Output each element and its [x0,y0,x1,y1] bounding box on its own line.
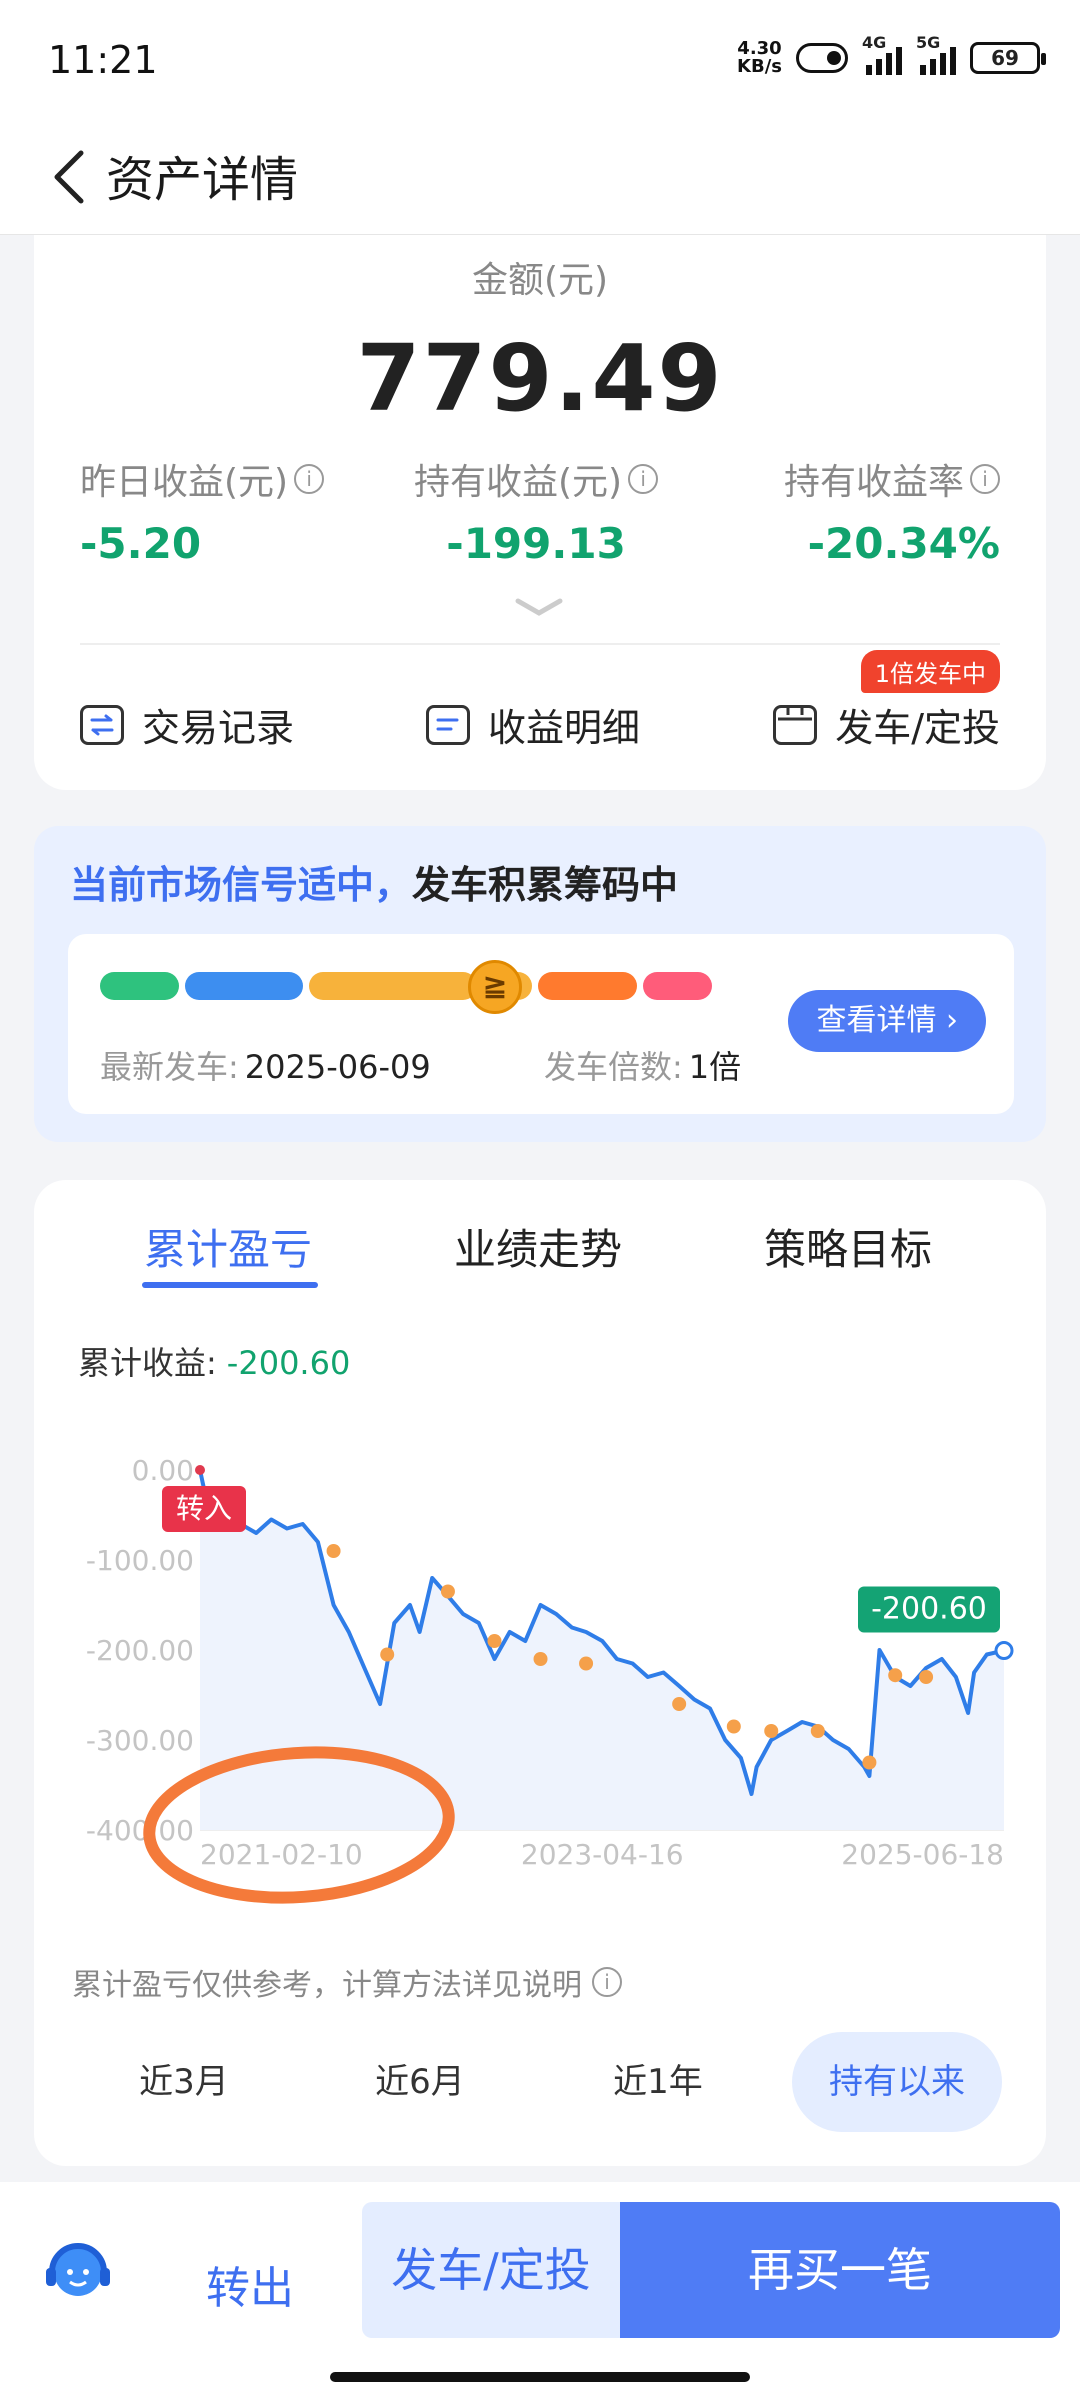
chart-tabs: 累计盈亏 业绩走势 策略目标 [34,1216,1046,1296]
end-label: -200.60 [871,1592,987,1627]
metric-rate: 持有收益率 i -20.34% [783,462,1000,568]
end-point [994,1641,1014,1661]
invest-plan-bottom-button[interactable]: 发车/定投 [362,2202,620,2338]
calendar-icon [773,704,818,745]
range-since-holding[interactable]: 持有以来 [792,2032,1002,2132]
metric-value: -5.20 [80,519,202,568]
info-icon[interactable]: i [628,464,659,494]
latest-run: 最新发车: 2025-06-09 [100,1048,431,1086]
y-tick-label: -300.00 [86,1724,194,1757]
metric-holding: 持有收益(元) i -199.13 [414,453,659,568]
y-tick-label: 0.00 [132,1454,194,1487]
trade-record-button[interactable]: 交易记录 [80,697,294,752]
trade-marker [672,1697,687,1711]
transfer-out-button[interactable]: 转出 [206,2252,294,2316]
signal-panel: ≧ 最新发车: 2025-06-09 发车倍数: 1倍 查看详情 › [68,934,1014,1114]
info-icon[interactable]: i [592,1967,622,1997]
chevron-down-icon[interactable] [514,595,564,623]
bottom-action-bar: 转出 发车/定投 再买一笔 [0,2182,1080,2400]
start-label: 转入 [176,1492,232,1525]
market-signal-card: 当前市场信号适中，发车积累筹码中 ≧ 最新发车: 2025-06-09 发车倍数:… [34,826,1046,1142]
trade-marker [326,1544,341,1558]
buy-again-button[interactable]: 再买一笔 [620,2202,1060,2338]
signal-5g-icon: 5G [916,33,956,75]
list-icon [426,704,470,745]
chevron-left-icon[interactable] [38,142,98,212]
status-bar: 11:21 4.30 KB/s 4G 5G 69 [0,0,1080,120]
range-1y[interactable]: 近1年 [558,2032,758,2132]
tab-strategy[interactable]: 策略目标 [764,1216,932,1277]
amount-label: 金额(元) [471,260,609,301]
trade-marker [533,1652,548,1666]
header: 资产详情 [0,120,1080,235]
trade-marker [726,1719,741,1734]
home-indicator [330,2372,750,2382]
x-tick-label: 2023-04-16 [521,1838,684,1871]
x-tick-label: 2025-06-18 [841,1838,1004,1871]
trade-marker [764,1724,779,1738]
toggle-icon [796,43,848,73]
view-detail-button[interactable]: 查看详情 › [788,990,986,1052]
battery-icon: 69 [970,42,1046,74]
trade-marker [810,1724,825,1738]
metric-value: -199.13 [446,519,626,568]
start-point [195,1465,205,1475]
trade-marker [862,1755,877,1770]
asset-summary-card: 金额(元) 779.49 昨日收益(元) i -5.20 持有收益(元) i -19… [34,235,1046,790]
customer-service-icon[interactable] [40,2232,116,2312]
range-selector: 近3月 近6月 近1年 持有以来 [34,2032,1046,2132]
signal-gauge [100,972,712,1000]
metric-yesterday: 昨日收益(元) i -5.20 [80,453,325,568]
smile-face-icon: ≧ [468,960,522,1014]
profit-chart-card: 累计盈亏 业绩走势 策略目标 累计收益: -200.60 0.00 -100.00 -… [34,1180,1046,2166]
status-icons: 4.30 KB/s 4G 5G 69 [737,33,1046,77]
y-tick-label: -400.00 [86,1814,194,1847]
trade-marker [579,1656,594,1671]
cumulative-profit: 累计收益: -200.60 [78,1344,351,1382]
metric-value: -20.34% [807,519,1000,568]
status-time: 11:21 [48,38,158,82]
y-tick-label: -100.00 [86,1544,194,1577]
trade-marker [380,1647,395,1662]
chart-area-fill [200,1470,1004,1830]
tab-cumulative[interactable]: 累计盈亏 [144,1216,312,1277]
trade-marker [440,1584,455,1599]
page-title: 资产详情 [106,152,299,208]
profit-line-chart: 0.00 -100.00 -200.00 -300.00 -400.002021-02-… [86,1454,1014,1904]
run-multiple: 发车倍数: 1倍 [544,1048,742,1086]
tab-indicator [142,1282,318,1288]
signal-headline: 当前市场信号适中，发车积累筹码中 [70,863,679,907]
invest-plan-button[interactable]: 发车/定投 [773,697,1000,752]
tab-performance[interactable]: 业绩走势 [454,1216,622,1277]
transfer-icon [80,704,124,745]
x-tick-label: 2021-02-10 [200,1838,363,1871]
divider [80,643,1000,645]
income-detail-button[interactable]: 收益明细 [426,697,640,752]
y-tick-label: -200.00 [86,1634,194,1667]
info-icon[interactable]: i [970,464,1000,494]
signal-4g-icon: 4G [862,33,902,75]
trade-marker [487,1634,502,1648]
trade-marker [919,1670,934,1684]
range-6m[interactable]: 近6月 [320,2032,520,2132]
trade-marker [888,1668,903,1683]
status-badge: 1倍发车中 [860,650,1000,693]
chart-note: 累计盈亏仅供参考，计算方法详见说明 i [72,1960,622,2004]
info-icon[interactable]: i [294,464,325,494]
amount-value: 779.49 [356,325,724,432]
range-3m[interactable]: 近3月 [84,2032,284,2132]
net-speed: 4.30 KB/s [737,38,782,77]
